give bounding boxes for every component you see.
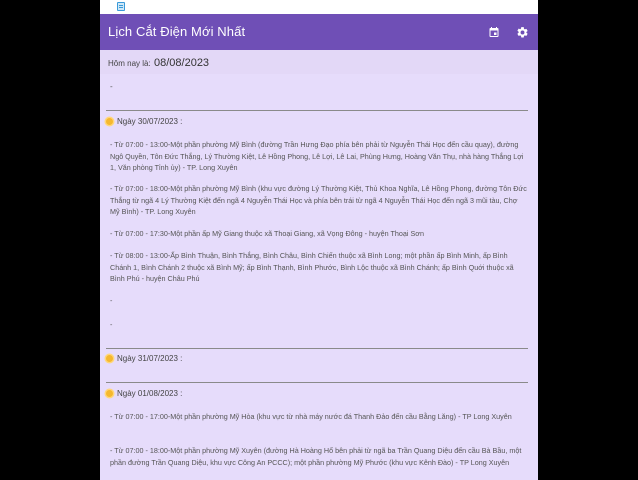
sun-icon: [106, 355, 113, 362]
today-label: Hôm nay là:: [108, 59, 151, 68]
divider: [106, 348, 528, 349]
calendar-button[interactable]: [485, 23, 503, 41]
status-bar: [100, 0, 538, 14]
outage-entry: - Từ 08:00 - 13:00-Ấp Bình Thuận, Bình T…: [110, 251, 514, 284]
outage-entry: - Từ 07:00 - 18:00-Một phần phường Mỹ Bì…: [110, 184, 527, 217]
app-title: Lịch Cắt Điện Mới Nhất: [108, 24, 246, 39]
gear-icon: [516, 26, 528, 37]
today-row: Hôm nay là: 08/08/2023: [100, 50, 538, 74]
calendar-icon: [489, 27, 499, 37]
notification-icon: [117, 2, 125, 11]
day-header-label: Ngày 01/08/2023 :: [117, 389, 183, 398]
outage-entry: - Từ 07:00 - 17:30-Một phần ấp Mỹ Giang …: [110, 229, 424, 238]
day-header: Ngày 30/07/2023 :: [106, 117, 182, 126]
outage-entry: - Từ 07:00 - 18:00-Một phần phường Mỹ Xu…: [110, 446, 522, 467]
outage-entry: - Từ 07:00 - 17:00-Một phần phường Mỹ Hò…: [110, 412, 512, 421]
day-header: Ngày 31/07/2023 :: [106, 354, 182, 363]
sun-icon: [106, 118, 113, 125]
day-header-label: Ngày 31/07/2023 :: [117, 354, 183, 363]
divider: [106, 382, 528, 383]
day-header: Ngày 01/08/2023 :: [106, 389, 182, 398]
outage-entry: - Từ 07:00 - 13:00-Một phần phường Mỹ Bì…: [110, 140, 524, 173]
app-bar: Lịch Cắt Điện Mới Nhất: [100, 14, 538, 50]
divider: [106, 110, 528, 111]
settings-button[interactable]: [513, 23, 531, 41]
app-screen: Lịch Cắt Điện Mới Nhất Hôm nay là: 08/08…: [100, 0, 538, 480]
outage-entry: -: [110, 296, 113, 305]
today-date: 08/08/2023: [154, 57, 210, 69]
outage-entry: -: [110, 320, 113, 329]
sun-icon: [106, 390, 113, 397]
day-header-label: Ngày 30/07/2023 :: [117, 117, 183, 126]
leading-dash: -: [110, 82, 113, 91]
